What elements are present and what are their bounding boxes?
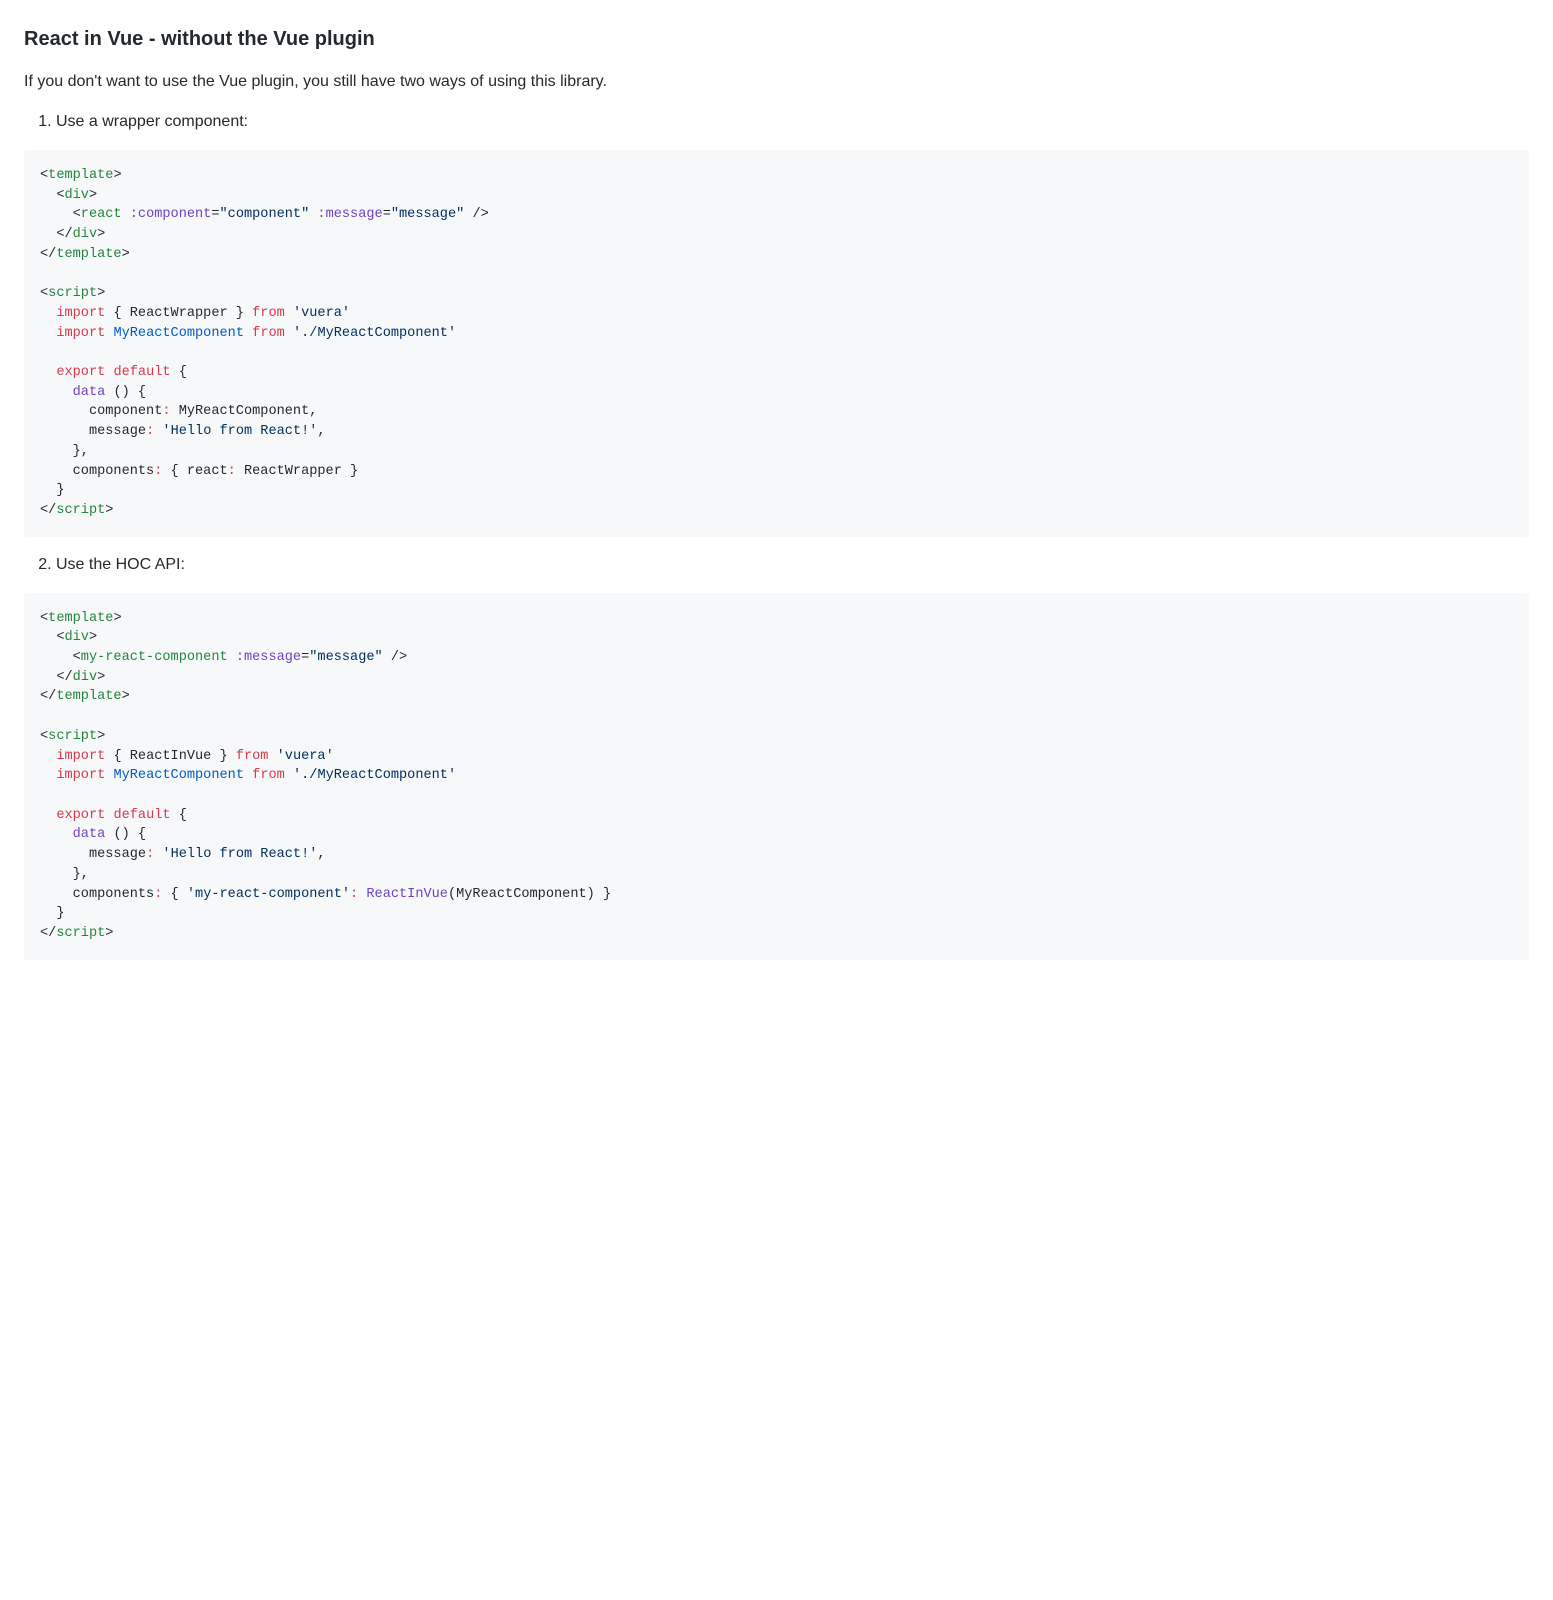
code-block-wrapper-component[interactable]: <template> <div> <react :component="comp… xyxy=(24,150,1529,537)
usage-list: Use the HOC API: xyxy=(24,553,1529,577)
section-heading: React in Vue - without the Vue plugin xyxy=(24,24,1529,54)
code-block-hoc-api[interactable]: <template> <div> <my-react-component :me… xyxy=(24,593,1529,960)
usage-list: Use a wrapper component: xyxy=(24,110,1529,134)
list-item: Use the HOC API: xyxy=(56,553,1529,577)
list-item: Use a wrapper component: xyxy=(56,110,1529,134)
intro-paragraph: If you don't want to use the Vue plugin,… xyxy=(24,70,1529,94)
